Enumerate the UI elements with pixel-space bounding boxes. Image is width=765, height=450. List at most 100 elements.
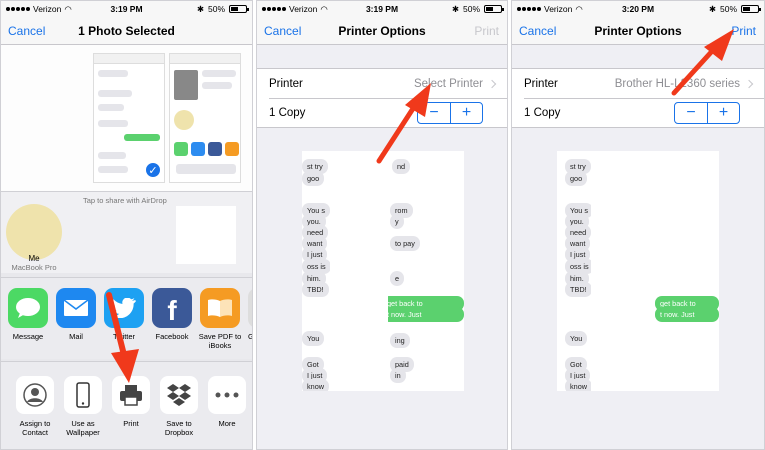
share-app-label: Twitter [112,332,136,341]
action-assign-to-contact[interactable]: Assign to Contact [13,376,57,437]
print-preview-page[interactable]: st try goo nd You s you. need want I jus… [302,151,464,391]
printer-value: Brother HL-L2360 series [614,77,740,90]
nav-bar: Cancel 1 Photo Selected [1,17,252,45]
share-apps-row: Message Mail Twitter f Facebook Save PDF… [1,277,252,359]
status-bar: Verizon ◠ 3:19 PM ✱ 50% [1,1,252,17]
message-bubble: TBD! [302,282,329,297]
nav-bar: Cancel Printer Options Print [257,17,507,45]
printer-label: Printer [524,77,558,90]
increment-button[interactable]: + [707,103,739,123]
mail-icon [56,288,96,328]
battery-percent: 50% [462,4,480,14]
copies-row: 1 Copy − + [524,98,764,127]
action-label: More [218,419,236,428]
selected-check-icon: ✓ [144,161,162,179]
airdrop-hint: Tap to share with AirDrop [83,196,167,205]
action-label: Save to Dropbox [164,419,194,437]
battery-icon [741,5,761,13]
copies-stepper[interactable]: − + [417,102,483,124]
more-apps-icon [248,288,252,328]
share-app-more-apps[interactable]: Go [248,288,252,341]
message-bubble: y [390,214,404,229]
printer-row[interactable]: Printer Select Printer [257,69,507,98]
bluetooth-icon: ✱ [708,3,716,14]
action-more[interactable]: More [205,376,249,428]
increment-button[interactable]: + [450,103,482,123]
printer-options-list: Printer Select Printer 1 Copy − + [257,68,507,128]
messages-icon [8,288,48,328]
share-app-messages[interactable]: Message [8,288,48,341]
wifi-icon: ◠ [64,3,72,14]
page-title: Printer Options [594,23,682,38]
battery-icon [229,5,249,13]
share-app-twitter[interactable]: Twitter [104,288,144,341]
airdrop-contact-avatar[interactable] [6,204,62,260]
message-bubble-sent: t now. Just [655,307,719,322]
carrier-name: Verizon [289,4,318,14]
redaction-block [591,151,653,391]
message-bubble: nd [392,159,411,174]
dropbox-icon [160,376,198,414]
decrement-button[interactable]: − [418,103,450,123]
battery-percent: 50% [207,4,225,14]
share-app-label: Mail [69,332,83,341]
cancel-button[interactable]: Cancel [264,24,301,38]
signal-icon [262,7,286,11]
copies-stepper[interactable]: − + [674,102,740,124]
battery-icon [484,5,504,13]
printer-row[interactable]: Printer Brother HL-L2360 series [512,69,764,98]
print-button[interactable]: Print [731,24,756,38]
printer-icon [112,376,150,414]
cancel-button[interactable]: Cancel [519,24,556,38]
photo-preview-strip[interactable]: ✓ [1,45,252,191]
share-app-label: Go [248,332,252,341]
message-bubble: You [565,331,588,346]
bluetooth-icon: ✱ [451,3,459,14]
message-bubble: know [302,379,330,391]
action-label: Use as Wallpaper [66,419,100,437]
print-preview-page[interactable]: st try goo You s you. need want I just o… [557,151,719,391]
printer-options-list: Printer Brother HL-L2360 series 1 Copy −… [512,68,764,128]
message-bubble-sent: t now. Just [382,307,464,322]
twitter-icon [104,288,144,328]
airdrop-placeholder [176,206,236,264]
share-app-mail[interactable]: Mail [56,288,96,341]
phone-icon [64,376,102,414]
airdrop-section: Tap to share with AirDrop Me MacBook Pro [1,191,252,273]
carrier-name: Verizon [544,4,573,14]
message-bubble: goo [565,171,588,186]
ibooks-icon [200,288,240,328]
printer-label: Printer [269,77,303,90]
print-button-disabled[interactable]: Print [474,24,499,38]
share-app-ibooks[interactable]: Save PDF to iBooks [199,288,241,350]
nav-bar: Cancel Printer Options Print [512,17,764,45]
action-label: Assign to Contact [19,419,51,437]
message-bubble: to pay [390,236,420,251]
signal-icon [6,7,30,11]
message-bubble: know [565,379,593,391]
action-use-as-wallpaper[interactable]: Use as Wallpaper [61,376,105,437]
message-bubble: TBD! [565,282,592,297]
action-label: Print [123,419,139,428]
page-title: Printer Options [338,23,426,38]
facebook-icon: f [152,288,192,328]
cancel-button[interactable]: Cancel [8,24,45,38]
action-print[interactable]: Print [109,376,153,428]
printer-options-screen: Verizon ◠ 3:19 PM ✱ 50% Cancel Printer O… [256,0,508,450]
wifi-icon: ◠ [320,3,328,14]
share-actions-row: Assign to Contact Use as Wallpaper Print… [1,361,252,449]
message-bubble: You [302,331,325,346]
carrier: Verizon ◠ [517,4,583,15]
copies-label: 1 Copy [269,107,306,119]
status-bar: Verizon ◠ 3:19 PM ✱ 50% [257,1,507,17]
action-save-to-dropbox[interactable]: Save to Dropbox [157,376,201,437]
message-bubble: goo [302,171,325,186]
bluetooth-icon: ✱ [196,3,204,14]
chevron-right-icon [744,79,754,88]
share-app-facebook[interactable]: f Facebook [152,288,192,341]
page-title: 1 Photo Selected [78,23,175,38]
decrement-button[interactable]: − [675,103,707,123]
photo-thumbnail-selected[interactable] [169,53,241,183]
message-bubble: e [390,271,405,286]
signal-icon [517,7,541,11]
